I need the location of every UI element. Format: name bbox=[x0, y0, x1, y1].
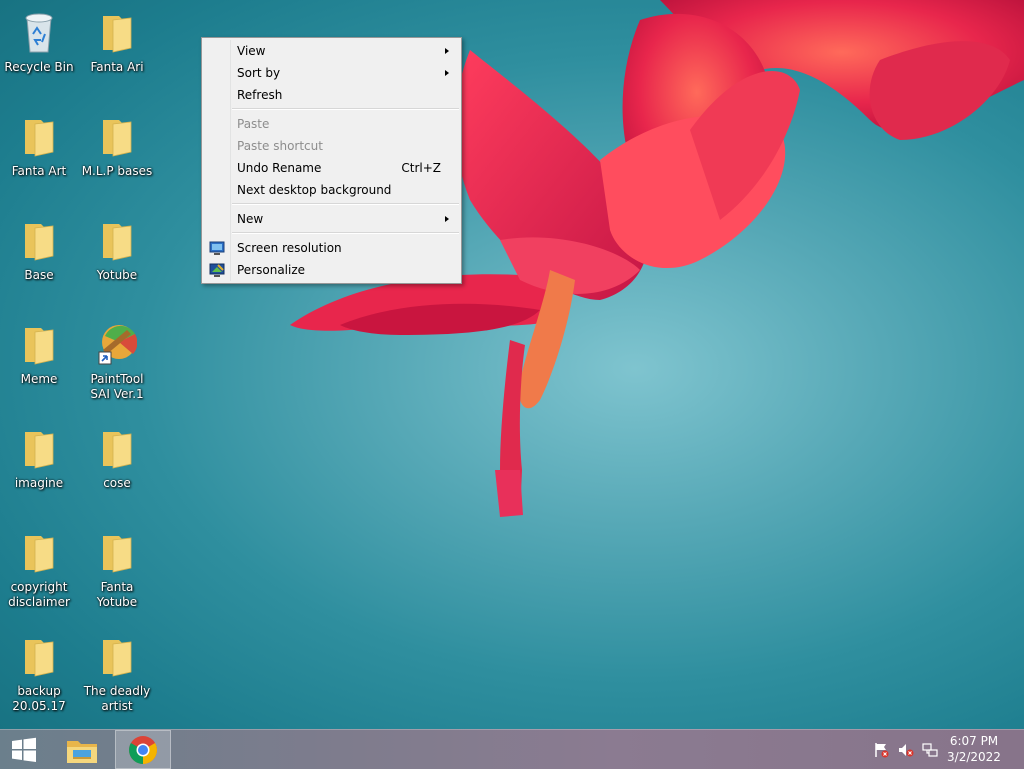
desktop-icon-label: Fanta Ari bbox=[90, 60, 144, 74]
desktop-icon-folder[interactable]: Fanta Art bbox=[1, 108, 77, 208]
desktop-context-menu: View Sort by Refresh Paste Paste shortcu… bbox=[201, 37, 462, 284]
taskbar-chrome[interactable] bbox=[115, 730, 171, 769]
tray-network[interactable] bbox=[920, 730, 940, 769]
screen-resolution-icon bbox=[209, 241, 225, 255]
desktop-icon-label: imagine bbox=[14, 476, 64, 490]
network-icon bbox=[922, 742, 938, 757]
menu-item-label: Undo Rename bbox=[237, 161, 322, 175]
action-center-flag-icon bbox=[875, 742, 889, 757]
desktop-icon-folder[interactable]: M.L.P bases bbox=[79, 108, 155, 208]
menu-item-label: Next desktop background bbox=[237, 183, 392, 197]
desktop-icon-label: copyright disclaimer bbox=[8, 580, 70, 609]
taskbar-clock[interactable]: 6:07 PM 3/2/2022 bbox=[942, 733, 1006, 765]
folder-icon bbox=[103, 432, 132, 469]
desktop-icon-folder[interactable]: backup 20.05.17 bbox=[1, 628, 77, 728]
desktop-icon-label: The deadly artist bbox=[83, 684, 151, 713]
menu-item-label: Sort by bbox=[237, 66, 281, 80]
clock-time: 6:07 PM bbox=[949, 734, 999, 748]
volume-muted-icon bbox=[899, 743, 914, 756]
menu-item-undo-rename[interactable]: Undo Rename Ctrl+Z bbox=[204, 157, 459, 179]
menu-item-paste: Paste bbox=[204, 113, 459, 135]
menu-item-screen-resolution[interactable]: Screen resolution bbox=[204, 237, 459, 259]
menu-separator bbox=[232, 203, 459, 205]
menu-item-label: Screen resolution bbox=[237, 241, 342, 255]
desktop-icon-label: PaintTool SAI Ver.1 bbox=[90, 372, 144, 401]
menu-item-next-desktop-background[interactable]: Next desktop background bbox=[204, 179, 459, 201]
menu-item-refresh[interactable]: Refresh bbox=[204, 84, 459, 106]
menu-item-paste-shortcut: Paste shortcut bbox=[204, 135, 459, 157]
folder-icon bbox=[25, 120, 54, 157]
recycle-bin-icon bbox=[25, 13, 53, 53]
desktop-icon-label: Yotube bbox=[96, 268, 138, 282]
folder-icon bbox=[25, 536, 54, 573]
desktop-icon-folder[interactable]: Meme bbox=[1, 316, 77, 416]
tray-volume[interactable] bbox=[896, 730, 916, 769]
desktop-icon-recycle-bin[interactable]: Recycle Bin bbox=[1, 4, 77, 104]
desktop-icon-folder[interactable]: Fanta Ari bbox=[79, 4, 155, 104]
menu-item-new[interactable]: New bbox=[204, 208, 459, 230]
desktop-icon-label: Base bbox=[24, 268, 54, 282]
desktop-icon-folder[interactable]: The deadly artist bbox=[79, 628, 155, 728]
folder-icon bbox=[25, 640, 54, 677]
personalize-icon bbox=[209, 263, 225, 277]
folder-icon bbox=[25, 432, 54, 469]
menu-item-label: Personalize bbox=[237, 263, 306, 277]
taskbar: 6:07 PM 3/2/2022 bbox=[0, 729, 1024, 769]
menu-item-label: New bbox=[237, 212, 264, 226]
desktop-icon-label: cose bbox=[103, 476, 131, 490]
desktop-icon-label: Recycle Bin bbox=[4, 60, 74, 74]
file-explorer-icon bbox=[67, 740, 97, 763]
menu-item-sort-by[interactable]: Sort by bbox=[204, 62, 459, 84]
folder-icon bbox=[25, 224, 54, 261]
folder-icon bbox=[25, 328, 54, 365]
taskbar-file-explorer[interactable] bbox=[57, 730, 107, 769]
tray-action-center[interactable] bbox=[871, 730, 891, 769]
folder-icon bbox=[103, 16, 132, 53]
clock-date: 3/2/2022 bbox=[947, 750, 1001, 764]
menu-item-label: Refresh bbox=[237, 88, 283, 102]
menu-item-label: View bbox=[237, 44, 266, 58]
folder-icon bbox=[103, 224, 132, 261]
folder-icon bbox=[103, 640, 132, 677]
desktop-icon-label: Meme bbox=[20, 372, 58, 386]
submenu-arrow-icon bbox=[445, 48, 449, 54]
chrome-icon bbox=[129, 735, 157, 764]
desktop-icon-folder[interactable]: Base bbox=[1, 212, 77, 312]
folder-icon bbox=[103, 536, 132, 573]
desktop-icon-folder[interactable]: Fanta Yotube bbox=[79, 524, 155, 624]
menu-item-personalize[interactable]: Personalize bbox=[204, 259, 459, 281]
painttool-sai-icon bbox=[98, 325, 137, 365]
menu-item-label: Paste shortcut bbox=[237, 139, 323, 153]
desktop-icon-label: Fanta Art bbox=[11, 164, 67, 178]
menu-item-view[interactable]: View bbox=[204, 40, 459, 62]
desktop-icon-label: backup 20.05.17 bbox=[12, 684, 66, 713]
menu-item-shortcut: Ctrl+Z bbox=[401, 161, 441, 175]
desktop-icon-folder[interactable]: Yotube bbox=[79, 212, 155, 312]
start-button[interactable] bbox=[0, 730, 48, 769]
desktop-icon-folder[interactable]: copyright disclaimer bbox=[1, 524, 77, 624]
desktop-icon-folder[interactable]: cose bbox=[79, 420, 155, 520]
windows-logo-icon bbox=[12, 737, 36, 762]
menu-item-label: Paste bbox=[237, 117, 270, 131]
submenu-arrow-icon bbox=[445, 216, 449, 222]
desktop-icon-painttool-sai[interactable]: PaintTool SAI Ver.1 bbox=[79, 316, 155, 416]
desktop-icon-label: Fanta Yotube bbox=[96, 580, 138, 609]
menu-separator bbox=[232, 232, 459, 234]
desktop-icon-folder[interactable]: imagine bbox=[1, 420, 77, 520]
folder-icon bbox=[103, 120, 132, 157]
desktop-icon-label: M.L.P bases bbox=[81, 164, 153, 178]
menu-separator bbox=[232, 108, 459, 110]
submenu-arrow-icon bbox=[445, 70, 449, 76]
